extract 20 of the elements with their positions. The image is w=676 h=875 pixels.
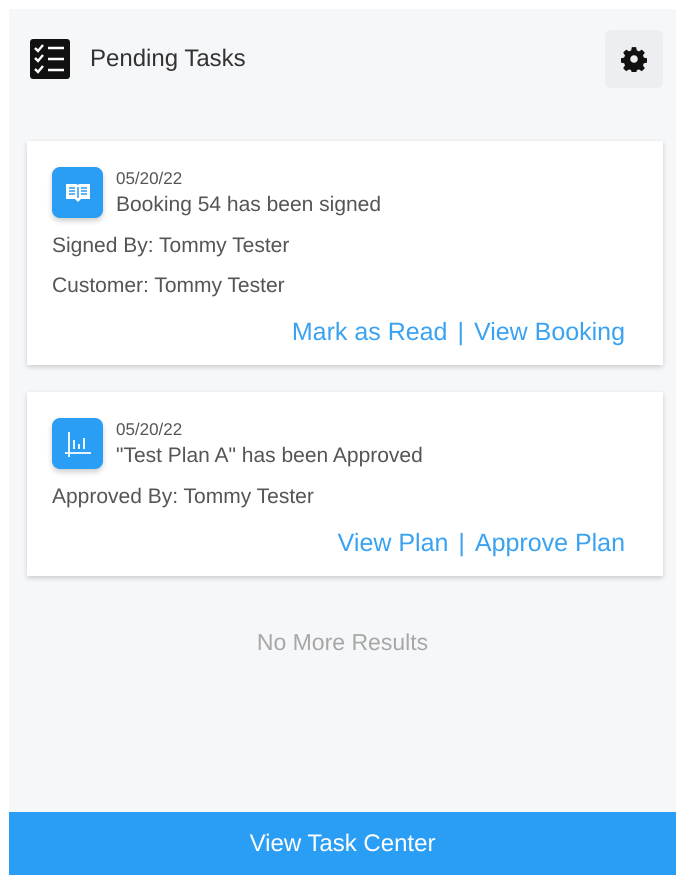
task-detail: Signed By: Tommy Tester bbox=[52, 234, 290, 258]
link-separator: | bbox=[458, 529, 465, 558]
task-date: 05/20/22 bbox=[116, 420, 184, 440]
checklist-icon bbox=[30, 39, 70, 79]
action-link[interactable]: View Booking bbox=[474, 318, 625, 347]
task-title: Booking 54 has been signed bbox=[116, 193, 382, 217]
task-detail: Customer: Tommy Tester bbox=[52, 274, 286, 298]
end-message: No More Results bbox=[256, 629, 430, 656]
view-task-center-button[interactable]: View Task Center bbox=[9, 812, 676, 875]
settings-button[interactable] bbox=[605, 30, 663, 88]
action-link[interactable]: Mark as Read bbox=[292, 318, 448, 347]
link-separator: | bbox=[457, 318, 464, 347]
action-link[interactable]: Approve Plan bbox=[474, 529, 625, 558]
task-title: "Test Plan A" has been Approved bbox=[116, 444, 423, 468]
task-date: 05/20/22 bbox=[116, 169, 184, 189]
task-detail: Approved By: Tommy Tester bbox=[52, 485, 315, 509]
panel-title: Pending Tasks bbox=[90, 45, 247, 73]
settings-icon bbox=[621, 46, 647, 72]
book-icon bbox=[64, 182, 90, 204]
action-link[interactable]: View Plan bbox=[338, 529, 448, 558]
